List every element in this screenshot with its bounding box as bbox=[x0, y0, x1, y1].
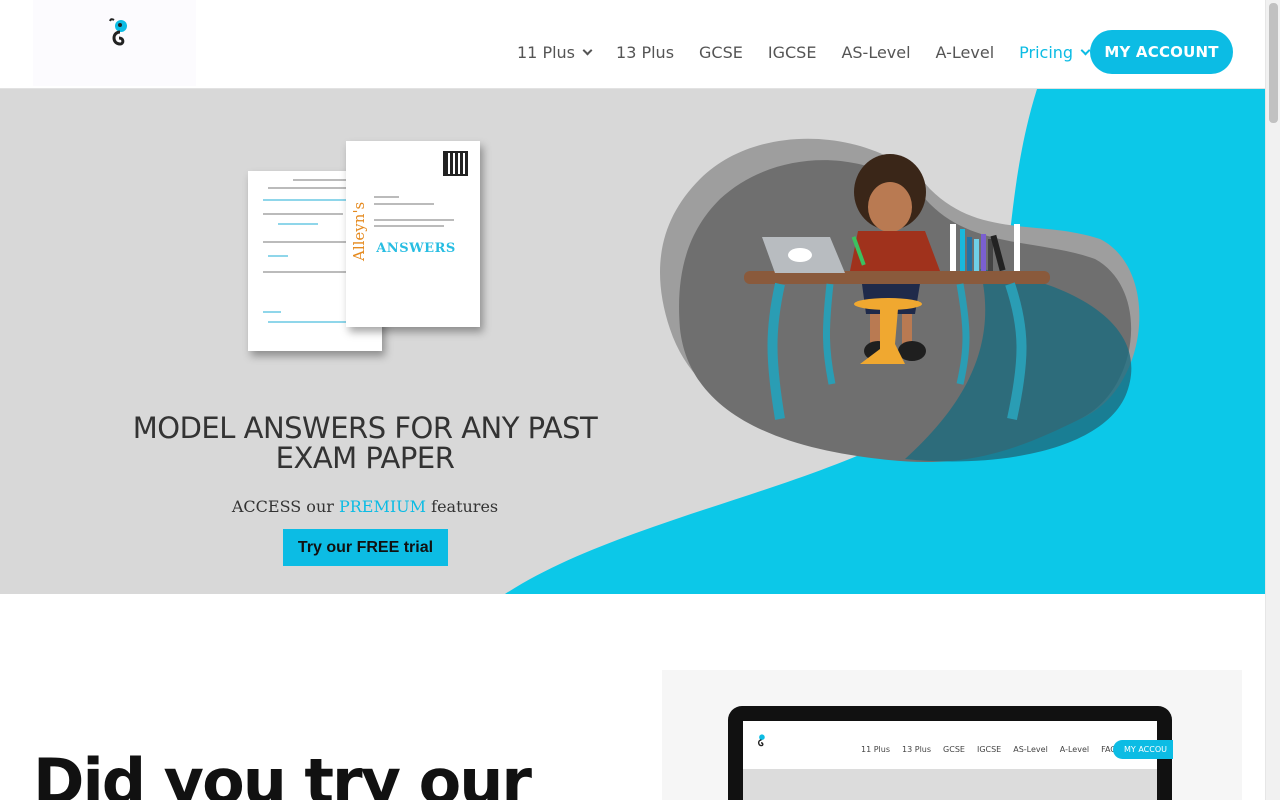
scrollbar-thumb[interactable] bbox=[1269, 3, 1278, 123]
nav-item-label: AS-Level bbox=[841, 42, 911, 62]
site-logo[interactable] bbox=[33, 0, 196, 86]
my-account-button[interactable]: MY ACCOUNT bbox=[1090, 30, 1233, 74]
nav-item-as-level[interactable]: AS-Level bbox=[841, 43, 910, 62]
preview-account-button: MY ACCOU bbox=[1113, 740, 1173, 759]
laptop-screen: 11 Plus 13 Plus GCSE IGCSE AS-Level A-Le… bbox=[743, 721, 1173, 800]
preview-hero bbox=[743, 769, 1157, 800]
preview-nav-item: 13 Plus bbox=[902, 745, 932, 754]
nav-item-pricing[interactable]: Pricing bbox=[1019, 42, 1091, 62]
nav-item-a-level[interactable]: A-Level bbox=[936, 43, 995, 62]
nav-item-label: 11 Plus bbox=[517, 42, 576, 62]
hero-title-line: MODEL ANSWERS FOR ANY PAST bbox=[132, 411, 598, 445]
preview-nav-item: IGCSE bbox=[976, 745, 1002, 754]
chevron-down-icon bbox=[582, 45, 593, 55]
paper-answers-text: ANSWERS bbox=[376, 241, 456, 256]
nav-item-label: 13 Plus bbox=[616, 42, 675, 62]
site-header: 11 Plus 13 Plus GCSE IGCSE AS-Level A-Le… bbox=[0, 0, 1265, 89]
nav-item-11-plus[interactable]: 11 Plus bbox=[517, 42, 593, 62]
preview-nav: 11 Plus 13 Plus GCSE IGCSE AS-Level A-Le… bbox=[861, 745, 1133, 754]
hero-title-line: EXAM PAPER bbox=[275, 441, 455, 475]
hero-sub-text: features bbox=[431, 497, 499, 516]
nav-item-label: Pricing bbox=[1019, 42, 1074, 62]
nav-item-igcse[interactable]: IGCSE bbox=[768, 43, 817, 62]
preview-nav-item: 11 Plus bbox=[861, 745, 891, 754]
hero-title: MODEL ANSWERS FOR ANY PAST EXAM PAPER bbox=[115, 413, 615, 473]
nav-item-gcse[interactable]: GCSE bbox=[699, 43, 743, 62]
nav-item-label: IGCSE bbox=[767, 42, 817, 62]
nav-item-label: A-Level bbox=[935, 42, 995, 62]
logo-icon bbox=[109, 18, 127, 46]
hero-subtitle: ACCESS our PREMIUM features bbox=[115, 497, 615, 516]
hero-background-graphic bbox=[505, 89, 1265, 594]
qr-code-icon bbox=[443, 151, 468, 176]
preview-nav-item: AS-Level bbox=[1013, 745, 1048, 754]
hero-sub-text: ACCESS our bbox=[231, 497, 334, 516]
main-nav: 11 Plus 13 Plus GCSE IGCSE AS-Level A-Le… bbox=[517, 40, 1114, 64]
preview-nav-item: A-Level bbox=[1059, 745, 1090, 754]
free-trial-button[interactable]: Try our FREE trial bbox=[283, 529, 448, 566]
hero-section: Alleyn's ANSWERS MODEL ANSWERS FOR ANY P… bbox=[0, 89, 1265, 594]
preview-nav-item: GCSE bbox=[943, 745, 965, 754]
logo-icon bbox=[757, 734, 765, 747]
nav-item-label: GCSE bbox=[699, 42, 743, 62]
laptop-preview-image: 11 Plus 13 Plus GCSE IGCSE AS-Level A-Le… bbox=[728, 706, 1173, 800]
section-heading: Did you try our bbox=[33, 745, 532, 800]
nav-item-13-plus[interactable]: 13 Plus bbox=[616, 43, 674, 62]
page-scrollbar[interactable] bbox=[1265, 0, 1280, 800]
premium-highlight: PREMIUM bbox=[338, 497, 427, 516]
answers-paper-image: Alleyn's ANSWERS bbox=[346, 141, 480, 327]
